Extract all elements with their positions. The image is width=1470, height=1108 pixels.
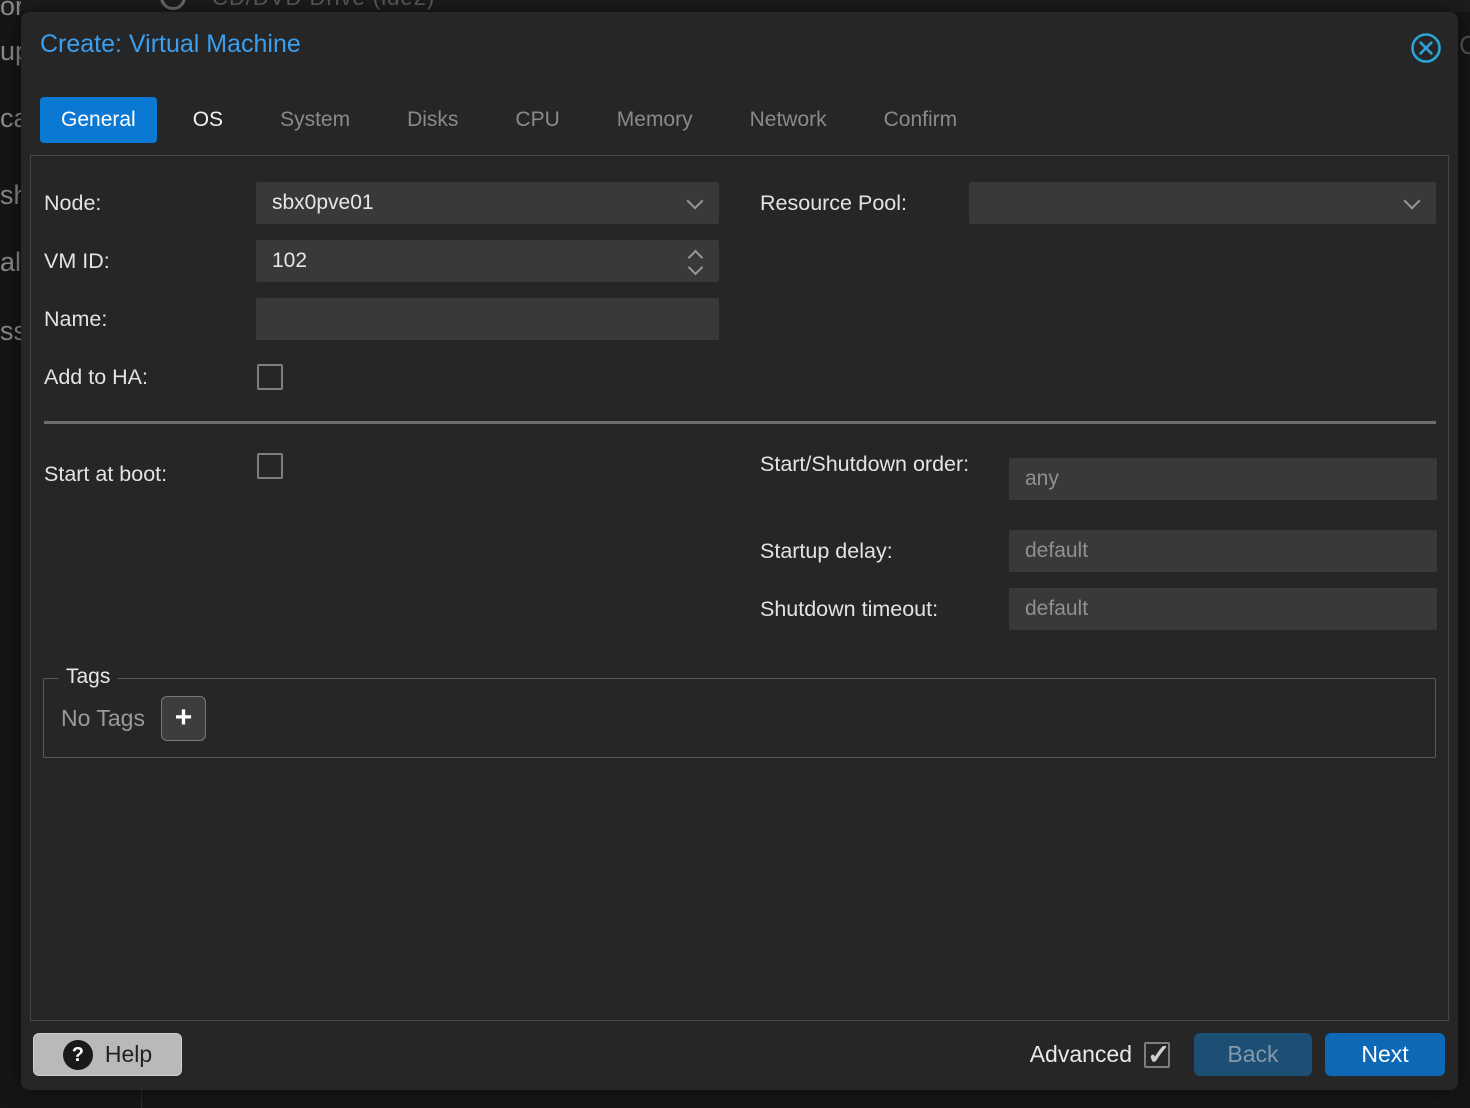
create-vm-dialog: Create: Virtual Machine General OS Syste… — [21, 12, 1458, 1090]
background-radio-icon — [160, 0, 186, 10]
close-icon[interactable] — [1409, 31, 1443, 65]
back-button[interactable]: Back — [1194, 1033, 1312, 1076]
tab-os[interactable]: OS — [172, 97, 244, 143]
tags-fieldset: Tags No Tags + — [43, 678, 1436, 758]
advanced-label: Advanced — [1030, 1041, 1132, 1068]
startup-delay-label: Startup delay: — [760, 530, 893, 572]
node-combobox-input[interactable] — [256, 182, 719, 224]
node-label: Node: — [44, 182, 101, 224]
background-text-fragment: up — [0, 36, 21, 67]
start-at-boot-label: Start at boot: — [44, 453, 167, 495]
add-to-ha-checkbox[interactable] — [257, 364, 283, 390]
background-text-fragment: sh — [0, 180, 21, 211]
start-at-boot-checkbox[interactable] — [257, 453, 283, 479]
help-button[interactable]: ? Help — [33, 1033, 182, 1076]
background-left-menu-fragments: or up ca sh all ss — [0, 0, 21, 1108]
name-input[interactable] — [256, 298, 719, 340]
vm-id-input[interactable] — [256, 240, 719, 282]
tab-system: System — [259, 97, 371, 143]
background-text-fragment: ss — [0, 316, 21, 347]
next-button[interactable]: Next — [1325, 1033, 1445, 1076]
name-label: Name: — [44, 298, 107, 340]
footer-actions: Advanced Back Next — [1030, 1033, 1445, 1076]
background-divider — [141, 1090, 142, 1108]
tab-disks: Disks — [386, 97, 479, 143]
start-shutdown-order-label: Start/Shutdown order: — [760, 448, 975, 481]
wizard-tab-bar: General OS System Disks CPU Memory Netwo… — [40, 97, 978, 143]
general-form-panel: Node: VM ID: Name: Add to HA: Resource P… — [30, 155, 1449, 1021]
vm-id-spinner[interactable] — [256, 240, 719, 282]
section-divider — [44, 421, 1436, 424]
shutdown-timeout-input[interactable] — [1009, 588, 1437, 630]
node-combobox[interactable] — [256, 182, 719, 224]
resource-pool-label: Resource Pool: — [760, 182, 907, 224]
background-text-fragment: ca — [0, 103, 21, 134]
add-to-ha-label: Add to HA: — [44, 356, 148, 398]
startup-delay-input[interactable] — [1009, 530, 1437, 572]
background-row-text: CD/DVD Drive (ide2) — [212, 0, 435, 11]
no-tags-text: No Tags — [61, 705, 145, 732]
resource-pool-input[interactable] — [969, 182, 1436, 224]
question-mark-icon: ? — [63, 1040, 93, 1070]
background-text-fragment: all — [0, 247, 21, 278]
background-dimmed-row: CD/DVD Drive (ide2) — [0, 0, 1470, 12]
dialog-title: Create: Virtual Machine — [40, 30, 301, 59]
vm-id-label: VM ID: — [44, 240, 110, 282]
background-text-fragment: or — [0, 0, 21, 22]
tab-confirm: Confirm — [863, 97, 979, 143]
resource-pool-combobox[interactable] — [969, 182, 1436, 224]
tab-memory: Memory — [596, 97, 714, 143]
tab-cpu: CPU — [494, 97, 580, 143]
start-shutdown-order-input[interactable] — [1009, 458, 1437, 500]
advanced-checkbox[interactable] — [1144, 1042, 1170, 1068]
add-tag-button[interactable]: + — [161, 696, 206, 741]
tab-general[interactable]: General — [40, 97, 157, 143]
tab-network: Network — [729, 97, 848, 143]
shutdown-timeout-label: Shutdown timeout: — [760, 588, 938, 630]
background-right-fragment: C — [1457, 12, 1470, 1090]
